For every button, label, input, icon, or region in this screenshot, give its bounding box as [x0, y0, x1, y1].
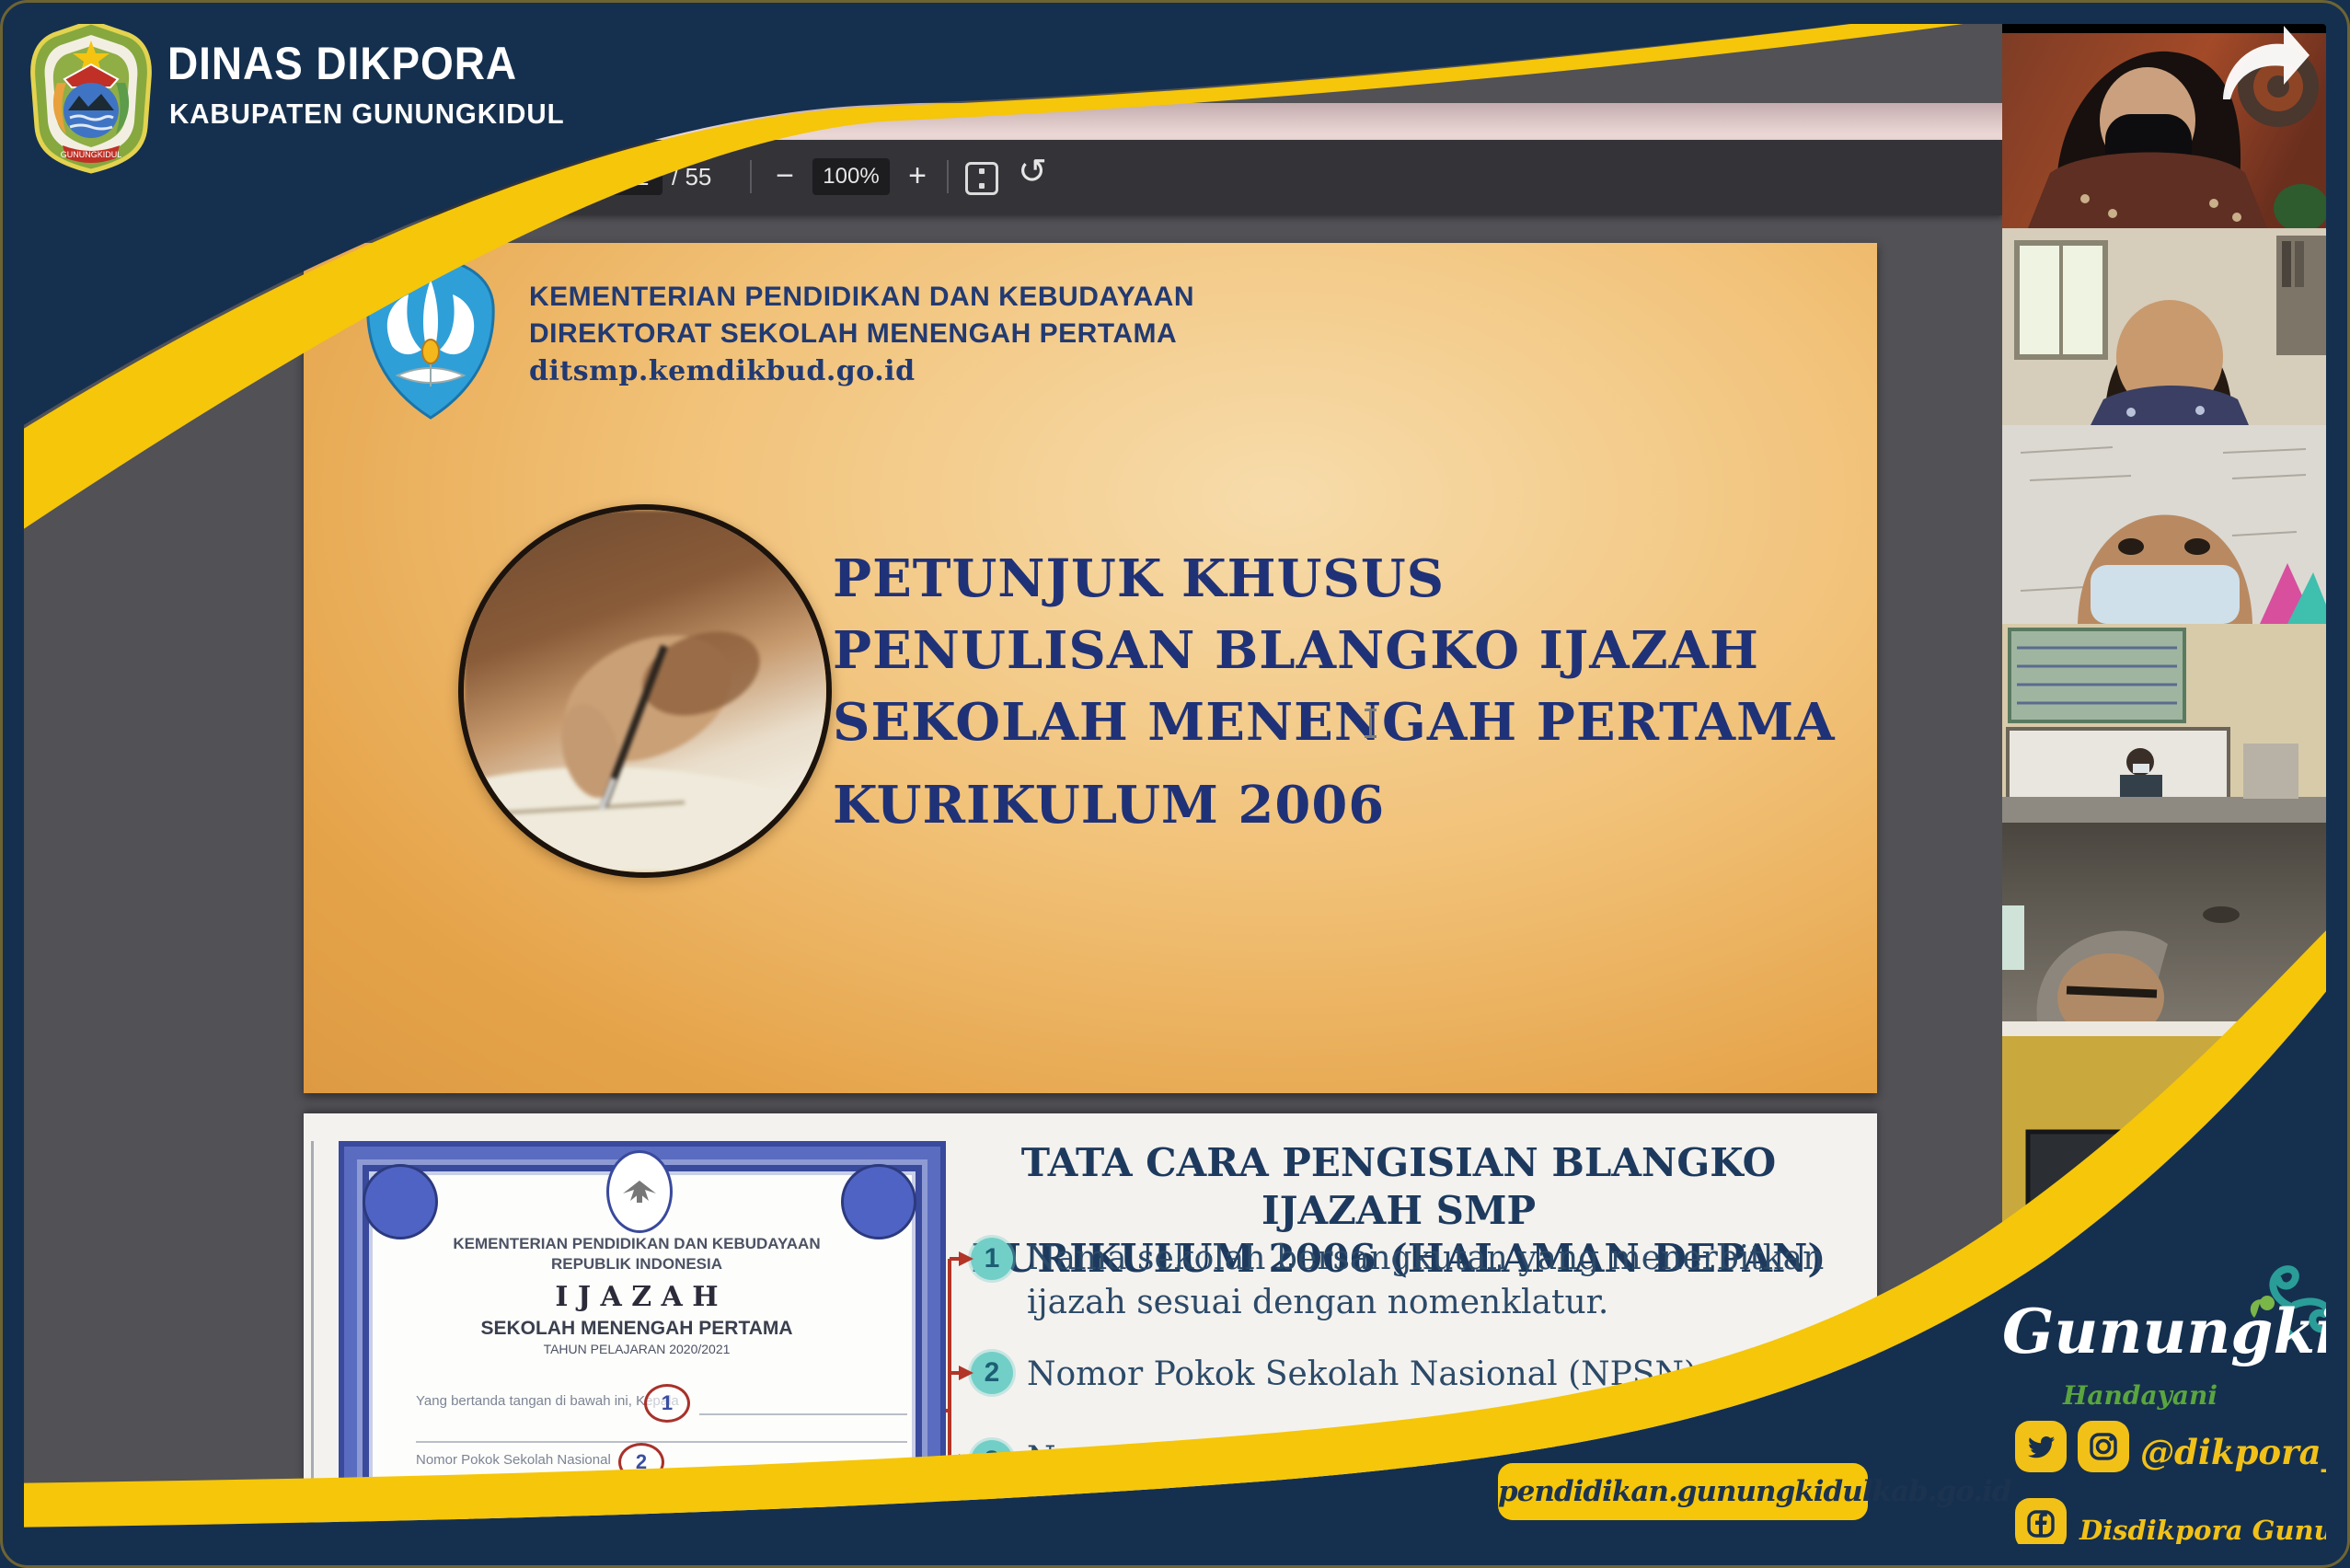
certificate-year: TAHUN PELAJARAN 2020/2021: [339, 1342, 935, 1356]
slide-ministry-line2: DIREKTORAT SEKOLAH MENENGAH PERTAMA: [529, 318, 1177, 350]
fit-page-icon[interactable]: [965, 162, 998, 195]
org-subtitle: KABUPATEN GUNUNGKIDUL: [169, 98, 565, 131]
certificate-roundel: [363, 1164, 438, 1239]
gunungkidul-wordmark: Gunungkidul: [2002, 1296, 2315, 1367]
slide-title-line3: SEKOLAH MENENGAH PERTAMA: [833, 692, 1854, 753]
participant-video-man-blue-mask[interactable]: [2002, 425, 2328, 624]
meeting-frame: 12 / 55 − 100% + ↺ KEMENTERIAN PENDIDIKA…: [0, 0, 2350, 1568]
red-marker-3: 3: [515, 1474, 561, 1513]
certificate-header1: KEMENTERIAN PENDIDIKAN DAN KEBUDAYAAN: [339, 1235, 935, 1253]
zoom-level-input[interactable]: 100%: [812, 158, 890, 195]
instagram-icon: [2078, 1421, 2129, 1472]
org-name: DINAS DIKPORA: [167, 37, 517, 90]
certificate-field-label: Yang bertanda tangan di bawah ini, Kepal…: [416, 1393, 679, 1409]
pdf-toolbar: 12 / 55 − 100% + ↺: [23, 140, 2002, 215]
toolbar-divider: [750, 160, 752, 193]
rotate-icon[interactable]: ↺: [1009, 155, 1055, 190]
svg-text:GUNUNGKIDUL: GUNUNGKIDUL: [61, 150, 122, 159]
zoom-in-button[interactable]: +: [897, 158, 938, 193]
website-pill: pendidikan.gunungkidulkab.go.id: [1498, 1463, 1868, 1520]
participant-video-classroom-far[interactable]: [2002, 624, 2328, 823]
red-marker-1: 1: [644, 1384, 690, 1423]
certificate-note: menerangkan bahwa: [745, 1515, 874, 1530]
text-cursor: [1369, 709, 1372, 738]
twitter-icon: [2015, 1421, 2067, 1472]
page-count-label: / 55: [672, 158, 711, 195]
red-marker-2: 2: [618, 1443, 664, 1482]
slide-title-line4: KURIKULUM 2006: [833, 775, 1854, 836]
participant-video-man-batik[interactable]: [2002, 228, 2328, 425]
certificate-subtitle: SEKOLAH MENENGAH PERTAMA: [339, 1318, 935, 1340]
toolbar-divider: [947, 160, 949, 193]
garuda-emblem-icon: [606, 1150, 673, 1233]
certificate-field-label: Kabupaten/Kota: [416, 1483, 515, 1499]
slide-ministry-line1: KEMENTERIAN PENDIDIKAN DAN KEBUDAYAAN: [529, 282, 1194, 313]
participant-video-man-glasses[interactable]: [2002, 823, 2328, 1021]
slide-title-line2: PENULISAN BLANGKO IJAZAH: [833, 620, 1854, 681]
tutwuri-logo-icon: [361, 256, 501, 426]
red-marker-4: 4: [467, 1505, 513, 1544]
zoom-out-button[interactable]: −: [765, 158, 805, 193]
facebook-page-name: Disdikpora Gunungkidul: [2079, 1515, 2350, 1546]
slide-ministry-url: ditsmp.kemdikbud.go.id: [529, 355, 916, 387]
certificate-header2: REPUBLIK INDONESIA: [339, 1255, 935, 1274]
social-handle: @dikpora_gk: [2140, 1432, 2350, 1472]
slide-title-line1: PETUNJUK KHUSUS: [833, 548, 1854, 609]
certificate-field-label: Provinsi: [416, 1515, 465, 1530]
page-number-input[interactable]: 12: [609, 158, 662, 195]
certificate-roundel: [841, 1164, 916, 1239]
gunungkidul-crest-icon: GUNUNGKIDUL: [26, 18, 156, 179]
facebook-icon: [2015, 1498, 2067, 1550]
certificate-title: I J A Z A H: [339, 1281, 935, 1313]
hand-writing-photo: [458, 504, 832, 878]
share-arrow-icon[interactable]: [2210, 20, 2311, 111]
handayani-tagline: Handayani: [2002, 1380, 2278, 1411]
certificate-field-label: Nomor Pokok Sekolah Nasional: [416, 1452, 611, 1468]
